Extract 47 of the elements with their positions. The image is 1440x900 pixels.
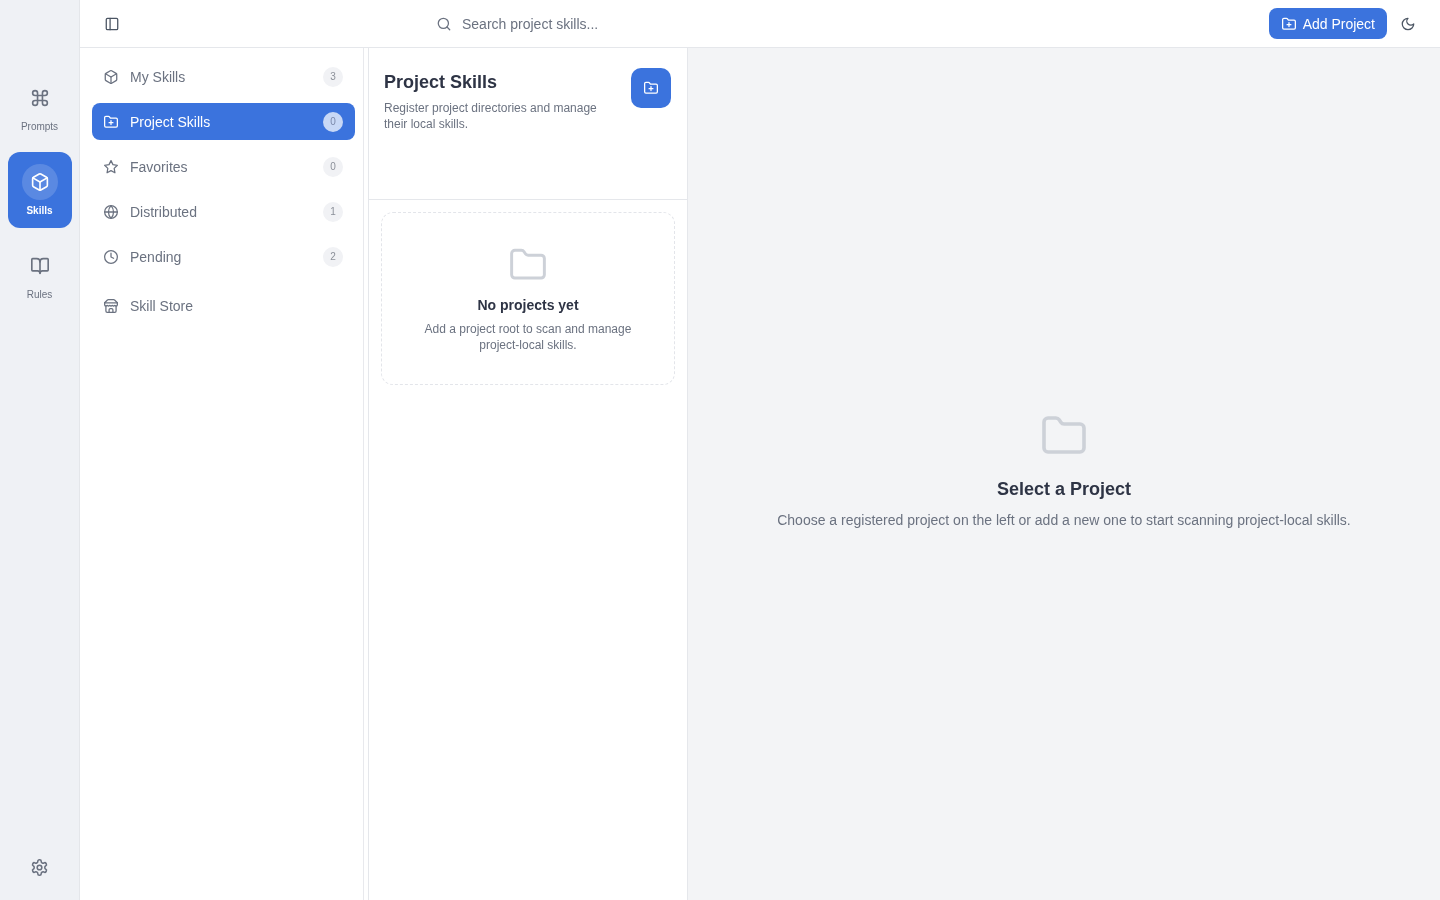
nav-label: Project Skills: [130, 113, 212, 130]
cube-icon: [104, 69, 118, 84]
count-badge: 2: [323, 246, 343, 267]
folder-plus-icon: [104, 114, 118, 129]
empty-state-description: Choose a registered project on the left or add a new one to start scanning project-local skills.: [777, 511, 1351, 530]
settings-button[interactable]: [31, 859, 48, 876]
command-icon: [30, 89, 49, 107]
search-field[interactable]: Search project skills...: [462, 9, 842, 38]
count-badge: 1: [323, 201, 343, 222]
empty-state-description: Add a project root to scan and manage project-local skills.: [423, 321, 633, 353]
panel-description: Register project directories and manage their local skills.: [384, 100, 598, 132]
nav-label: Skill Store: [130, 297, 195, 314]
nav-label: My Skills: [130, 68, 187, 85]
sidebar-nav-item[interactable]: Favorites 0: [92, 148, 355, 185]
storefront-icon: [104, 298, 118, 313]
rail-nav-item[interactable]: Prompts: [7, 68, 72, 144]
nav-label: Pending: [130, 248, 183, 265]
nav-label: Distributed: [130, 203, 198, 220]
sidebar-nav-item[interactable]: Project Skills 0: [92, 103, 355, 140]
sidebar-nav-item[interactable]: Pending 2: [92, 238, 355, 275]
add-project-icon-button[interactable]: [631, 68, 671, 108]
globe-icon: [104, 204, 118, 219]
panel-title: Project Skills: [384, 71, 499, 93]
open-book-icon: [30, 257, 49, 275]
count-badge: 0: [323, 156, 343, 177]
add-project-button[interactable]: Add Project: [1268, 8, 1387, 39]
count-badge: 0: [323, 111, 343, 132]
sidebar-panel-icon: [105, 16, 119, 31]
star-icon: [104, 159, 118, 174]
sidebar-nav-item[interactable]: Skill Store: [92, 287, 355, 324]
moon-icon: [1401, 16, 1415, 31]
search-icon: [437, 16, 451, 31]
theme-toggle-button[interactable]: [1400, 15, 1416, 32]
settings-icon: [31, 859, 48, 876]
nav-label: Favorites: [130, 158, 189, 175]
empty-state-title: No projects yet: [477, 296, 579, 315]
count-badge: 3: [323, 66, 343, 87]
cube-icon: [30, 173, 49, 191]
folder-plus-icon: [1281, 16, 1296, 31]
rail-nav-item[interactable]: Rules: [7, 236, 72, 312]
sidebar-nav-item[interactable]: My Skills 3: [92, 58, 355, 95]
folder-icon: [510, 247, 546, 283]
folder-plus-icon: [644, 81, 658, 95]
sidebar-nav-item[interactable]: Distributed 1: [92, 193, 355, 230]
rail-nav-item[interactable]: Skills: [7, 152, 72, 228]
clock-icon: [104, 249, 118, 264]
empty-state-title: Select a Project: [996, 478, 1132, 500]
